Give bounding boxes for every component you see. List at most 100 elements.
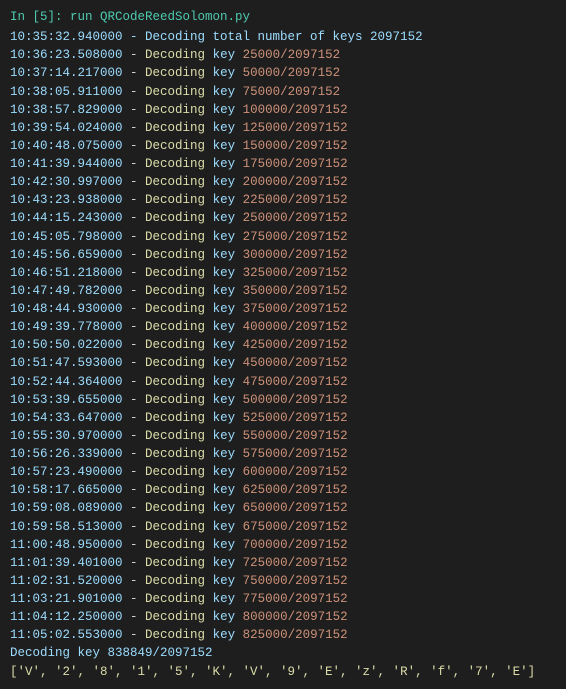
key-label: key bbox=[205, 375, 243, 389]
decoding-word: Decoding bbox=[145, 592, 205, 606]
log-line: 11:04:12.250000 - Decoding key 800000/20… bbox=[10, 608, 556, 626]
dash: - bbox=[123, 338, 146, 352]
progress-value: 125000/2097152 bbox=[243, 121, 348, 135]
log-line: 10:59:58.513000 - Decoding key 675000/20… bbox=[10, 518, 556, 536]
decoding-word: Decoding bbox=[145, 85, 205, 99]
decoding-word: Decoding bbox=[145, 338, 205, 352]
progress-value: 400000/2097152 bbox=[243, 320, 348, 334]
decoding-word: Decoding bbox=[145, 520, 205, 534]
key-label: key bbox=[205, 230, 243, 244]
progress-value: 50000/2097152 bbox=[243, 66, 341, 80]
log-line: 10:56:26.339000 - Decoding key 575000/20… bbox=[10, 445, 556, 463]
log-line: 10:38:57.829000 - Decoding key 100000/20… bbox=[10, 101, 556, 119]
timestamp: 11:03:21.901000 bbox=[10, 592, 123, 606]
dash: - bbox=[123, 284, 146, 298]
key-label: key bbox=[205, 248, 243, 262]
decoding-word: Decoding bbox=[145, 48, 205, 62]
log-line: 10:44:15.243000 - Decoding key 250000/20… bbox=[10, 209, 556, 227]
timestamp: 10:38:57.829000 bbox=[10, 103, 123, 117]
progress-value: 425000/2097152 bbox=[243, 338, 348, 352]
progress-value: 250000/2097152 bbox=[243, 211, 348, 225]
key-label: key bbox=[205, 266, 243, 280]
key-label: key bbox=[205, 320, 243, 334]
final-key-line: Decoding key 838849/2097152 bbox=[10, 644, 556, 662]
key-label: key bbox=[205, 429, 243, 443]
progress-value: 225000/2097152 bbox=[243, 193, 348, 207]
timestamp: 10:37:14.217000 bbox=[10, 66, 123, 80]
key-label: key bbox=[205, 193, 243, 207]
decoding-word: Decoding bbox=[145, 628, 205, 642]
progress-value: 525000/2097152 bbox=[243, 411, 348, 425]
key-label: key bbox=[205, 556, 243, 570]
progress-value: 300000/2097152 bbox=[243, 248, 348, 262]
dash: - bbox=[123, 266, 146, 280]
dash: - bbox=[123, 103, 146, 117]
decoding-word: Decoding bbox=[145, 483, 205, 497]
progress-value: 450000/2097152 bbox=[243, 356, 348, 370]
timestamp: 11:05:02.553000 bbox=[10, 628, 123, 642]
key-label: key bbox=[205, 175, 243, 189]
dash: - bbox=[123, 211, 146, 225]
key-label: key bbox=[205, 284, 243, 298]
progress-value: 725000/2097152 bbox=[243, 556, 348, 570]
timestamp: 10:54:33.647000 bbox=[10, 411, 123, 425]
timestamp: 10:56:26.339000 bbox=[10, 447, 123, 461]
dash: - bbox=[123, 465, 146, 479]
progress-value: 675000/2097152 bbox=[243, 520, 348, 534]
log-line: 10:39:54.024000 - Decoding key 125000/20… bbox=[10, 119, 556, 137]
decoding-word: Decoding bbox=[145, 429, 205, 443]
timestamp: 10:40:48.075000 bbox=[10, 139, 123, 153]
log-line: 11:02:31.520000 - Decoding key 750000/20… bbox=[10, 572, 556, 590]
dash: - bbox=[123, 411, 146, 425]
log-line: 10:55:30.970000 - Decoding key 550000/20… bbox=[10, 427, 556, 445]
timestamp: 10:41:39.944000 bbox=[10, 157, 123, 171]
key-label: key bbox=[205, 538, 243, 552]
key-label: key bbox=[205, 103, 243, 117]
decoding-word: Decoding bbox=[145, 175, 205, 189]
log-line: 11:05:02.553000 - Decoding key 825000/20… bbox=[10, 626, 556, 644]
log-line: 10:51:47.593000 - Decoding key 450000/20… bbox=[10, 354, 556, 372]
key-label: key bbox=[205, 302, 243, 316]
dash: - bbox=[123, 556, 146, 570]
dash: - bbox=[123, 85, 146, 99]
timestamp: 10:48:44.930000 bbox=[10, 302, 123, 316]
progress-value: 775000/2097152 bbox=[243, 592, 348, 606]
dash: - bbox=[123, 538, 146, 552]
progress-value: 825000/2097152 bbox=[243, 628, 348, 642]
dash: - bbox=[123, 356, 146, 370]
log-line: 10:57:23.490000 - Decoding key 600000/20… bbox=[10, 463, 556, 481]
log-line: 10:47:49.782000 - Decoding key 350000/20… bbox=[10, 282, 556, 300]
decoding-word: Decoding bbox=[145, 284, 205, 298]
key-label: key bbox=[205, 211, 243, 225]
key-label: key bbox=[205, 483, 243, 497]
decoding-word: Decoding bbox=[145, 356, 205, 370]
decoding-word: Decoding bbox=[145, 157, 205, 171]
log-line: 10:58:17.665000 - Decoding key 625000/20… bbox=[10, 481, 556, 499]
timestamp: 10:57:23.490000 bbox=[10, 465, 123, 479]
dash: - bbox=[123, 157, 146, 171]
dash: - bbox=[123, 66, 146, 80]
decoding-word: Decoding bbox=[145, 230, 205, 244]
key-label: key bbox=[205, 356, 243, 370]
timestamp: 10:55:30.970000 bbox=[10, 429, 123, 443]
log-line: 11:01:39.401000 - Decoding key 725000/20… bbox=[10, 554, 556, 572]
progress-value: 800000/2097152 bbox=[243, 610, 348, 624]
progress-value: 150000/2097152 bbox=[243, 139, 348, 153]
decoding-word: Decoding bbox=[145, 375, 205, 389]
progress-value: 25000/2097152 bbox=[243, 48, 341, 62]
timestamp: 10:36:23.508000 bbox=[10, 48, 123, 62]
timestamp: 10:43:23.938000 bbox=[10, 193, 123, 207]
key-label: key bbox=[205, 447, 243, 461]
key-label: key bbox=[205, 610, 243, 624]
key-label: key bbox=[205, 393, 243, 407]
timestamp: 10:45:05.798000 bbox=[10, 230, 123, 244]
log-line: 10:41:39.944000 - Decoding key 175000/20… bbox=[10, 155, 556, 173]
timestamp: 10:39:54.024000 bbox=[10, 121, 123, 135]
key-label: key bbox=[205, 520, 243, 534]
decoding-word: Decoding bbox=[145, 320, 205, 334]
log-line: 10:59:08.089000 - Decoding key 650000/20… bbox=[10, 499, 556, 517]
timestamp: 10:42:30.997000 bbox=[10, 175, 123, 189]
dash: - bbox=[123, 302, 146, 316]
prompt-line: In [5]: run QRCodeReedSolomon.py bbox=[10, 8, 556, 26]
terminal-container: In [5]: run QRCodeReedSolomon.py 10:35:3… bbox=[10, 8, 556, 681]
